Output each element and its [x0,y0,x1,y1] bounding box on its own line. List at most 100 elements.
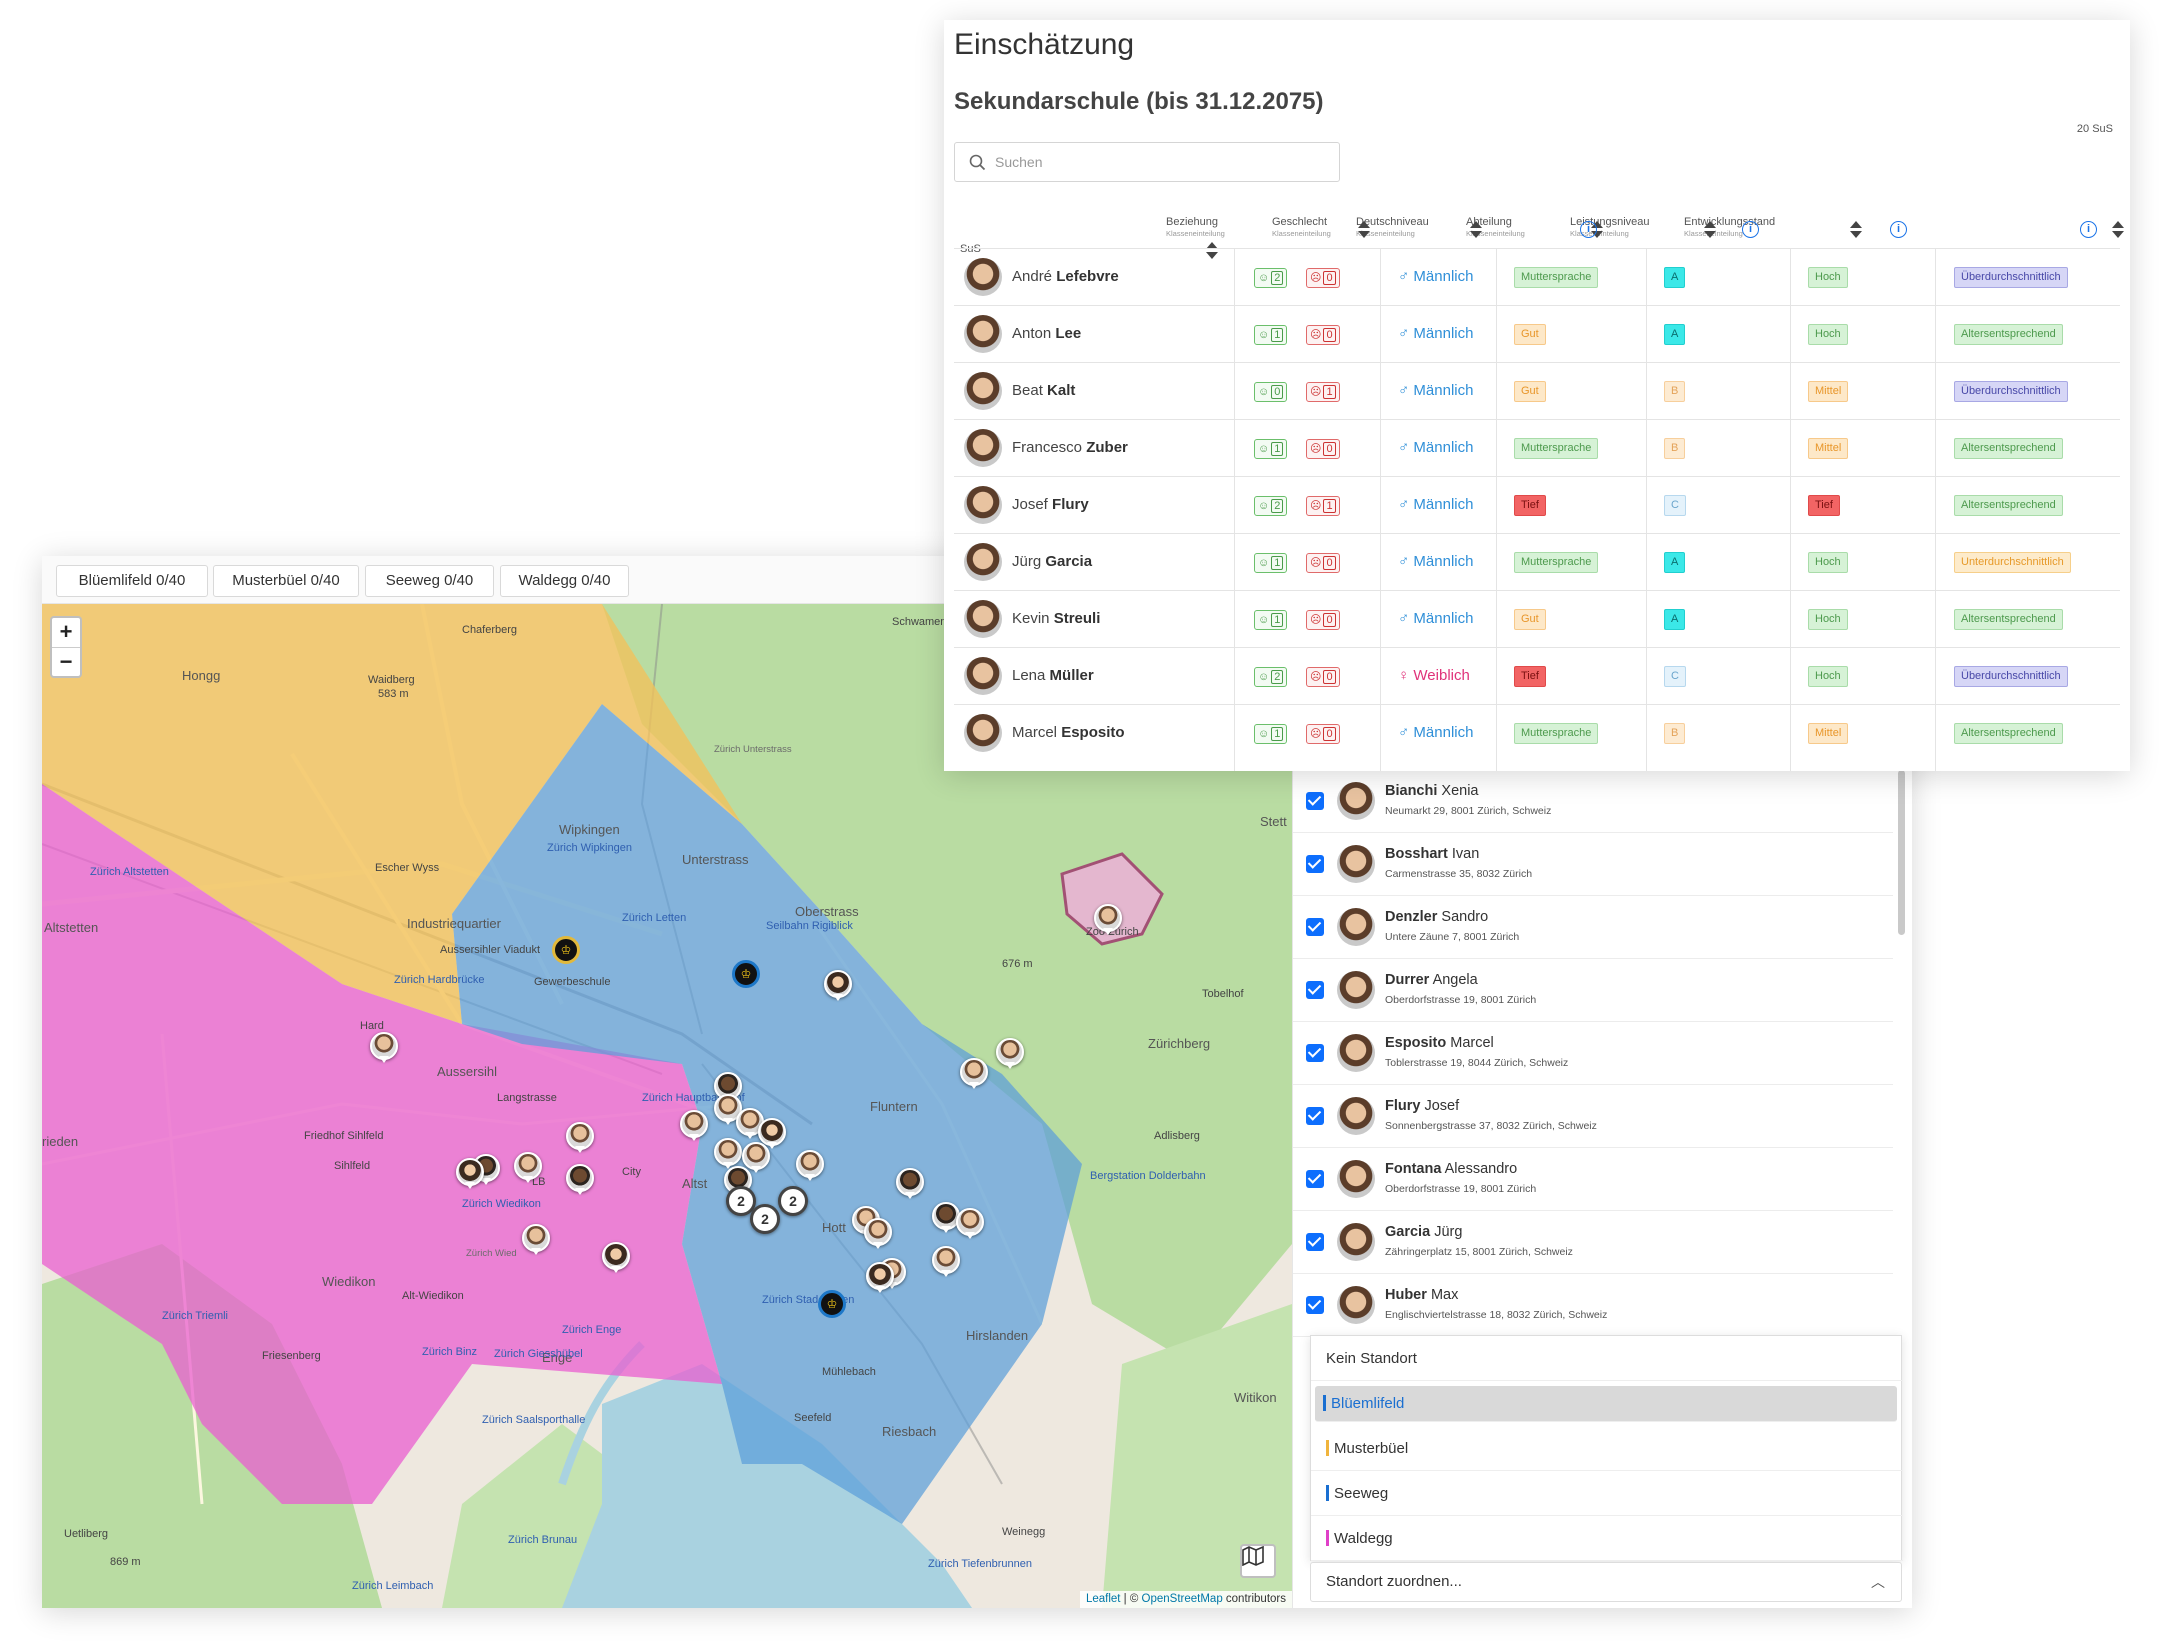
positive-relations[interactable]: ☺ 1 [1254,553,1288,573]
entwicklungsstand-badge[interactable]: Unterdurchschnittlich [1954,552,2071,573]
abteilung-badge[interactable]: B [1664,438,1686,459]
column-header-beziehung[interactable]: Beziehung Klasseneinteilung [1166,216,1225,238]
deutschniveau-badge[interactable]: Gut [1514,324,1546,345]
negative-relations[interactable]: ☹ 1 [1306,496,1340,516]
school-icon-musterbuel[interactable]: ♔ [552,936,580,964]
option-waldegg[interactable]: Waldegg [1311,1516,1903,1561]
student-list-row[interactable]: Garcia Jürg Zähringerplatz 15, 8001 Züric… [1293,1211,1893,1274]
gender[interactable]: ♂ Männlich [1398,496,1473,513]
student-list-row[interactable]: Bosshart Ivan Carmenstrasse 35, 8032 Züri… [1293,833,1893,896]
search-input[interactable] [995,152,1325,172]
student-list-row[interactable]: Durrer Angela Oberdorfstrasse 19, 8001 Zü… [1293,959,1893,1022]
info-icon[interactable]: i [1742,221,1759,238]
entwicklungsstand-badge[interactable]: Altersentsprechend [1954,495,2063,516]
sort-icon[interactable] [1470,221,1482,239]
abteilung-badge[interactable]: B [1664,381,1686,402]
student-list-row[interactable]: Denzler Sandro Untere Zäune 7, 8001 Züric… [1293,896,1893,959]
negative-relations[interactable]: ☹ 0 [1306,610,1340,630]
student-name[interactable]: André Lefebvre [1012,268,1119,285]
student-pin[interactable] [370,1032,398,1063]
table-row[interactable]: Marcel Esposito ☺ 1 ☹ 0 ♂ Männlich Muttersprac… [954,704,2120,761]
entwicklungsstand-badge[interactable]: Altersentsprechend [1954,324,2063,345]
assign-location-select[interactable]: Standort zuordnen... ︿ [1310,1562,1902,1602]
student-pin[interactable] [956,1208,984,1239]
entwicklungsstand-badge[interactable]: Altersentsprechend [1954,723,2063,744]
student-name[interactable]: Josef Flury [1012,496,1089,513]
negative-relations[interactable]: ☹ 0 [1306,439,1340,459]
positive-relations[interactable]: ☺ 2 [1254,496,1288,516]
student-checkbox[interactable] [1306,1044,1324,1062]
student-pin[interactable] [758,1118,786,1149]
student-name[interactable]: Anton Lee [1012,325,1081,342]
sort-icon[interactable] [1358,221,1370,239]
student-pin[interactable] [566,1164,594,1195]
student-pin[interactable] [1094,904,1122,935]
cluster-marker[interactable]: 2 [778,1186,808,1216]
student-pin[interactable] [602,1242,630,1273]
negative-relations[interactable]: ☹ 0 [1306,325,1340,345]
abteilung-badge[interactable]: C [1664,495,1686,516]
leistungsniveau-badge[interactable]: Mittel [1808,381,1849,402]
abteilung-badge[interactable]: B [1664,723,1686,744]
option-musterbuel[interactable]: Musterbüel [1311,1426,1903,1471]
student-name[interactable]: Kevin Streuli [1012,610,1100,627]
info-icon[interactable]: i [1890,221,1907,238]
school-icon-seeweg[interactable]: ♔ [732,960,760,988]
positive-relations[interactable]: ☺ 1 [1254,610,1288,630]
zoom-in-button[interactable]: + [52,618,80,647]
entwicklungsstand-badge[interactable]: Überdurchschnittlich [1954,666,2068,687]
positive-relations[interactable]: ☺ 0 [1254,382,1288,402]
zoom-out-button[interactable]: − [52,647,80,676]
option-seeweg[interactable]: Seeweg [1311,1471,1903,1516]
table-row[interactable]: Josef Flury ☺ 2 ☹ 1 ♂ Männlich Tief C Tief Alters… [954,476,2120,533]
gender[interactable]: ♂ Männlich [1398,382,1473,399]
student-list-row[interactable]: Huber Max Englischviertelstrasse 18, 8032… [1293,1274,1893,1337]
entwicklungsstand-badge[interactable]: Überdurchschnittlich [1954,381,2068,402]
leistungsniveau-badge[interactable]: Hoch [1808,609,1848,630]
student-pin[interactable] [680,1110,708,1141]
sort-icon[interactable] [1704,221,1716,239]
column-header-entwicklungsstand[interactable]: Entwicklungsstand Klasseneinteilung [1684,216,1775,238]
student-pin[interactable] [514,1152,542,1183]
student-name[interactable]: Jürg Garcia [1012,553,1092,570]
deutschniveau-badge[interactable]: Muttersprache [1514,552,1599,573]
student-checkbox[interactable] [1306,855,1324,873]
student-checkbox[interactable] [1306,1296,1324,1314]
student-name[interactable]: Marcel Esposito [1012,724,1125,741]
leistungsniveau-badge[interactable]: Hoch [1808,666,1848,687]
cluster-marker[interactable]: 2 [750,1204,780,1234]
deutschniveau-badge[interactable]: Muttersprache [1514,267,1599,288]
gender[interactable]: ♂ Männlich [1398,610,1473,627]
leistungsniveau-badge[interactable]: Hoch [1808,267,1848,288]
abteilung-badge[interactable]: A [1664,552,1686,573]
option-bluemlifeld[interactable]: Blüemlifeld [1315,1386,1897,1422]
student-list-row[interactable]: Fontana Alessandro Oberdorfstrasse 19, 80… [1293,1148,1893,1211]
student-pin[interactable] [866,1262,894,1293]
negative-relations[interactable]: ☹ 0 [1306,268,1340,288]
search-field[interactable] [954,142,1340,182]
student-pin[interactable] [896,1168,924,1199]
leistungsniveau-badge[interactable]: Hoch [1808,552,1848,573]
deutschniveau-badge[interactable]: Muttersprache [1514,438,1599,459]
info-icon[interactable]: i [2080,221,2097,238]
tab-bluemlifeld[interactable]: Blüemlifeld 0/40 [56,565,208,597]
deutschniveau-badge[interactable]: Muttersprache [1514,723,1599,744]
tab-musterbuel[interactable]: Musterbüel 0/40 [213,565,359,597]
tab-waldegg[interactable]: Waldegg 0/40 [500,565,629,597]
gender[interactable]: ♂ Männlich [1398,439,1473,456]
osm-link[interactable]: OpenStreetMap [1142,1593,1223,1605]
positive-relations[interactable]: ☺ 1 [1254,325,1288,345]
gender[interactable]: ♂ Männlich [1398,553,1473,570]
student-pin[interactable] [566,1122,594,1153]
student-pin[interactable] [932,1246,960,1277]
student-name[interactable]: Lena Müller [1012,667,1094,684]
negative-relations[interactable]: ☹ 0 [1306,667,1340,687]
deutschniveau-badge[interactable]: Gut [1514,381,1546,402]
student-checkbox[interactable] [1306,1107,1324,1125]
student-name[interactable]: Francesco Zuber [1012,439,1128,456]
gender[interactable]: ♀ Weiblich [1398,667,1470,684]
leistungsniveau-badge[interactable]: Mittel [1808,723,1849,744]
column-header-geschlecht[interactable]: Geschlecht Klasseneinteilung [1272,216,1331,238]
student-checkbox[interactable] [1306,918,1324,936]
table-row[interactable]: Lena Müller ☺ 2 ☹ 0 ♀ Weiblich Tief C Hoch Überdu… [954,647,2120,704]
